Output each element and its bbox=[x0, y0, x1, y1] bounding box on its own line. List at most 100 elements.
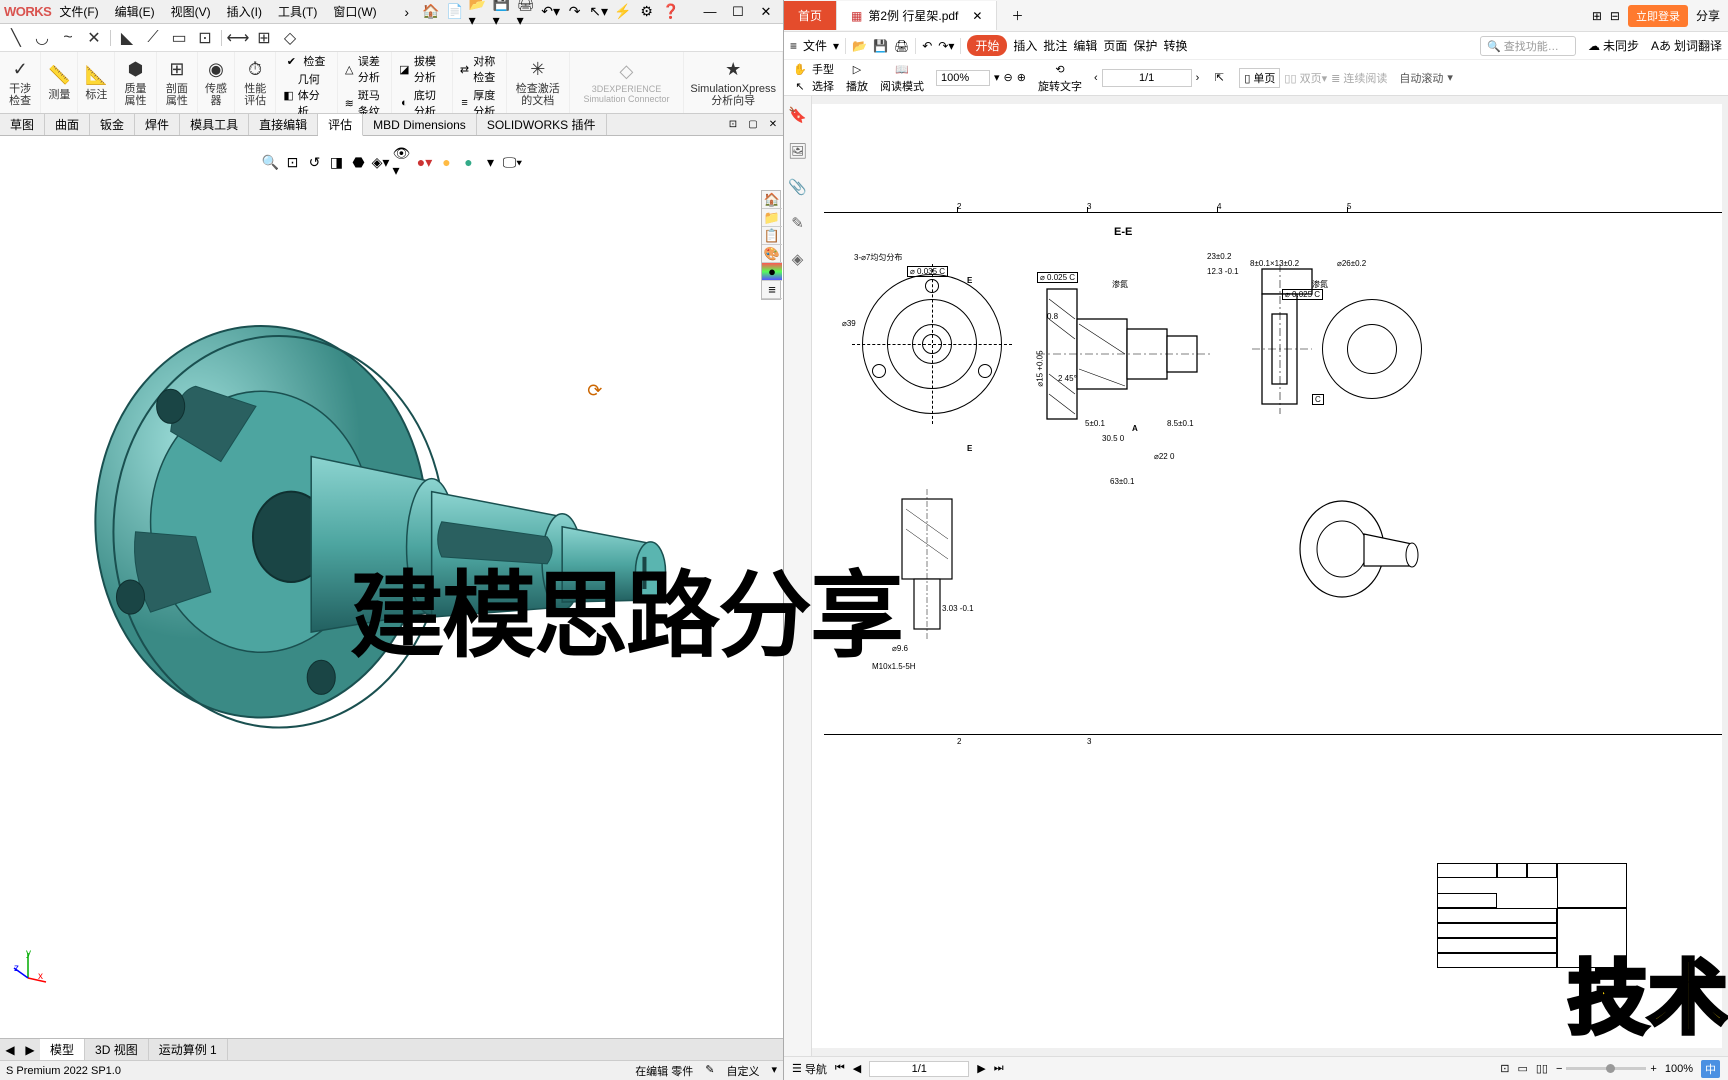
ribbon-sensor[interactable]: ◉传感器 bbox=[198, 52, 235, 113]
nav-toggle[interactable]: ☰ 导航 bbox=[792, 1061, 827, 1077]
ribbon-symmetry[interactable]: ⇄对称检查 bbox=[457, 52, 502, 86]
ribbon-section[interactable]: ⊞剖面属性 bbox=[157, 52, 198, 113]
login-button[interactable]: 立即登录 bbox=[1628, 5, 1688, 27]
zoom-combo[interactable] bbox=[936, 70, 990, 86]
zoom-area-icon[interactable]: ⊡ bbox=[283, 152, 303, 172]
double-page-button[interactable]: ▯▯ 双页▾ bbox=[1284, 70, 1327, 86]
undo-icon[interactable]: ↶▾ bbox=[541, 3, 561, 21]
sign-icon[interactable]: ✎ bbox=[791, 214, 804, 232]
sketch-tool-icon[interactable]: ⊡ bbox=[195, 28, 215, 48]
custom-props-icon[interactable]: ≡ bbox=[762, 281, 782, 299]
zoom-value[interactable]: 100% bbox=[1665, 1063, 1693, 1075]
print-icon[interactable]: 🖨▾ bbox=[517, 3, 537, 21]
inner-max-icon[interactable]: ▢ bbox=[743, 114, 763, 135]
zoom-out-icon[interactable]: − bbox=[1556, 1063, 1562, 1075]
ribbon-check[interactable]: ✔检查 bbox=[280, 52, 332, 70]
auto-scroll-button[interactable]: 自动滚动▾ bbox=[1399, 70, 1453, 86]
menu-icon[interactable]: ≡ bbox=[790, 39, 797, 53]
ribbon-simxpress[interactable]: ★SimulationXpress 分析向导 bbox=[684, 52, 783, 113]
expand-icon[interactable]: › bbox=[397, 3, 417, 21]
xline-icon[interactable]: ✕ bbox=[84, 28, 104, 48]
scene-icon[interactable]: ● bbox=[437, 152, 457, 172]
tab-direct-edit[interactable]: 直接编辑 bbox=[249, 114, 318, 135]
ribbon-geometry[interactable]: ◧几何体分析 bbox=[280, 70, 332, 120]
jump-button[interactable]: ⇱ bbox=[1211, 70, 1227, 86]
ribbon-check-active[interactable]: ✳检查激活的文档 bbox=[507, 52, 570, 113]
arc-icon[interactable]: ◡ bbox=[32, 28, 52, 48]
file-dropdown-icon[interactable]: ▾ bbox=[833, 39, 839, 53]
tab-close-icon[interactable]: ✕ bbox=[972, 9, 982, 23]
rotate-button[interactable]: ⟲旋转文字 bbox=[1038, 61, 1082, 94]
pdf-page[interactable]: 2 3 4 5 E-E 3-⌀7均匀分布 ⌀ 0 bbox=[812, 104, 1722, 1048]
tab-mold[interactable]: 模具工具 bbox=[180, 114, 249, 135]
menu-view[interactable]: 视图(V) bbox=[163, 3, 219, 20]
next-tab-icon[interactable]: ▶ bbox=[20, 1043, 40, 1057]
appearance-icon[interactable]: ●▾ bbox=[415, 152, 435, 172]
hand-tool[interactable]: ✋手型 bbox=[792, 61, 834, 77]
inner-restore-icon[interactable]: ⊡ bbox=[723, 114, 743, 135]
save-icon[interactable]: 💾▾ bbox=[493, 3, 513, 21]
open-icon[interactable]: 📂 bbox=[852, 39, 867, 53]
menu-file[interactable]: 文件(F) bbox=[51, 3, 106, 20]
start-tab[interactable]: 开始 bbox=[967, 35, 1007, 56]
new-tab[interactable]: ＋ bbox=[997, 1, 1037, 30]
zoom-dropdown-icon[interactable]: ▾ bbox=[994, 71, 1000, 84]
home-tab-icon[interactable]: 🏠 bbox=[762, 191, 782, 209]
attachment-icon[interactable]: 📎 bbox=[788, 178, 807, 196]
layers-icon[interactable]: ◈ bbox=[792, 250, 804, 268]
select-icon[interactable]: ↖▾ bbox=[589, 3, 609, 21]
menu-edit[interactable]: 编辑(E) bbox=[107, 3, 163, 20]
help-icon[interactable]: ❓ bbox=[661, 3, 681, 21]
ribbon-measure[interactable]: 📏测量 bbox=[41, 52, 78, 113]
tab-weldment[interactable]: 焊件 bbox=[135, 114, 180, 135]
select-tool[interactable]: ↖选择 bbox=[792, 78, 834, 94]
single-page-button[interactable]: ▯ 单页 bbox=[1239, 68, 1280, 88]
rebuild-icon[interactable]: ⚡ bbox=[613, 3, 633, 21]
next-page-icon[interactable]: ▶ bbox=[977, 1062, 985, 1075]
grid-icon[interactable]: ⊞ bbox=[254, 28, 274, 48]
open-icon[interactable]: 📂▾ bbox=[469, 3, 489, 21]
prev-page-icon[interactable]: ‹ bbox=[1094, 72, 1098, 84]
display-icon[interactable]: 🖵▾ bbox=[503, 152, 523, 172]
unsync-button[interactable]: ☁ 未同步 bbox=[1588, 37, 1639, 54]
insert-tab[interactable]: 插入 bbox=[1013, 37, 1037, 54]
new-icon[interactable]: 📄 bbox=[445, 3, 465, 21]
ribbon-annotate[interactable]: 📐标注 bbox=[78, 52, 115, 113]
tab-sketch[interactable]: 草图 bbox=[0, 114, 45, 135]
page-input[interactable] bbox=[1102, 69, 1192, 87]
search-input[interactable]: 🔍 查找功能… bbox=[1480, 36, 1576, 56]
units-label[interactable]: 自定义 bbox=[726, 1063, 759, 1079]
protect-tab[interactable]: 保护 bbox=[1133, 37, 1157, 54]
ribbon-deviation[interactable]: △误差分析 bbox=[342, 52, 387, 86]
tab-surface[interactable]: 曲面 bbox=[45, 114, 90, 135]
edit-icon[interactable]: ✎ bbox=[705, 1063, 714, 1079]
view-palette-icon[interactable]: 🎨 bbox=[762, 245, 782, 263]
translate-button[interactable]: Aあ 划词翻译 bbox=[1651, 37, 1722, 54]
hide-show-icon[interactable]: 👁▾ bbox=[393, 152, 413, 172]
tab-motion[interactable]: 运动算例 1 bbox=[149, 1039, 228, 1060]
dim-icon[interactable]: ⟷ bbox=[228, 28, 248, 48]
rect-icon[interactable]: ▭ bbox=[169, 28, 189, 48]
convert-tab[interactable]: 转换 bbox=[1163, 37, 1187, 54]
tab-sheetmetal[interactable]: 钣金 bbox=[90, 114, 135, 135]
inner-close-icon[interactable]: ✕ bbox=[763, 114, 783, 135]
zoom-out-icon[interactable]: ⊖ bbox=[1004, 71, 1013, 84]
fit-width-icon[interactable]: ⊡ bbox=[1500, 1062, 1509, 1075]
print-icon[interactable]: 🖨 bbox=[894, 39, 909, 53]
tab-model[interactable]: 模型 bbox=[40, 1039, 85, 1060]
render-icon[interactable]: ● bbox=[459, 152, 479, 172]
prev-tab-icon[interactable]: ◀ bbox=[0, 1043, 20, 1057]
edit-tab[interactable]: 编辑 bbox=[1073, 37, 1097, 54]
ime-indicator[interactable]: 中 bbox=[1701, 1060, 1720, 1078]
corner-icon[interactable]: ◣ bbox=[117, 28, 137, 48]
status-page-input[interactable] bbox=[869, 1061, 969, 1077]
first-page-icon[interactable]: ⏮ bbox=[835, 1062, 845, 1075]
thumbnails-icon[interactable]: 🖼 bbox=[788, 142, 807, 160]
continuous-button[interactable]: ≣ 连续阅读 bbox=[1331, 70, 1387, 86]
home-tab[interactable]: 首页 bbox=[784, 1, 837, 30]
prev-view-icon[interactable]: ↺ bbox=[305, 152, 325, 172]
ribbon-draft[interactable]: ◪拔模分析 bbox=[396, 52, 448, 86]
tab-addins[interactable]: SOLIDWORKS 插件 bbox=[477, 114, 607, 135]
fit-page-icon[interactable]: ▭ bbox=[1517, 1062, 1527, 1075]
line-icon[interactable]: ╲ bbox=[6, 28, 26, 48]
